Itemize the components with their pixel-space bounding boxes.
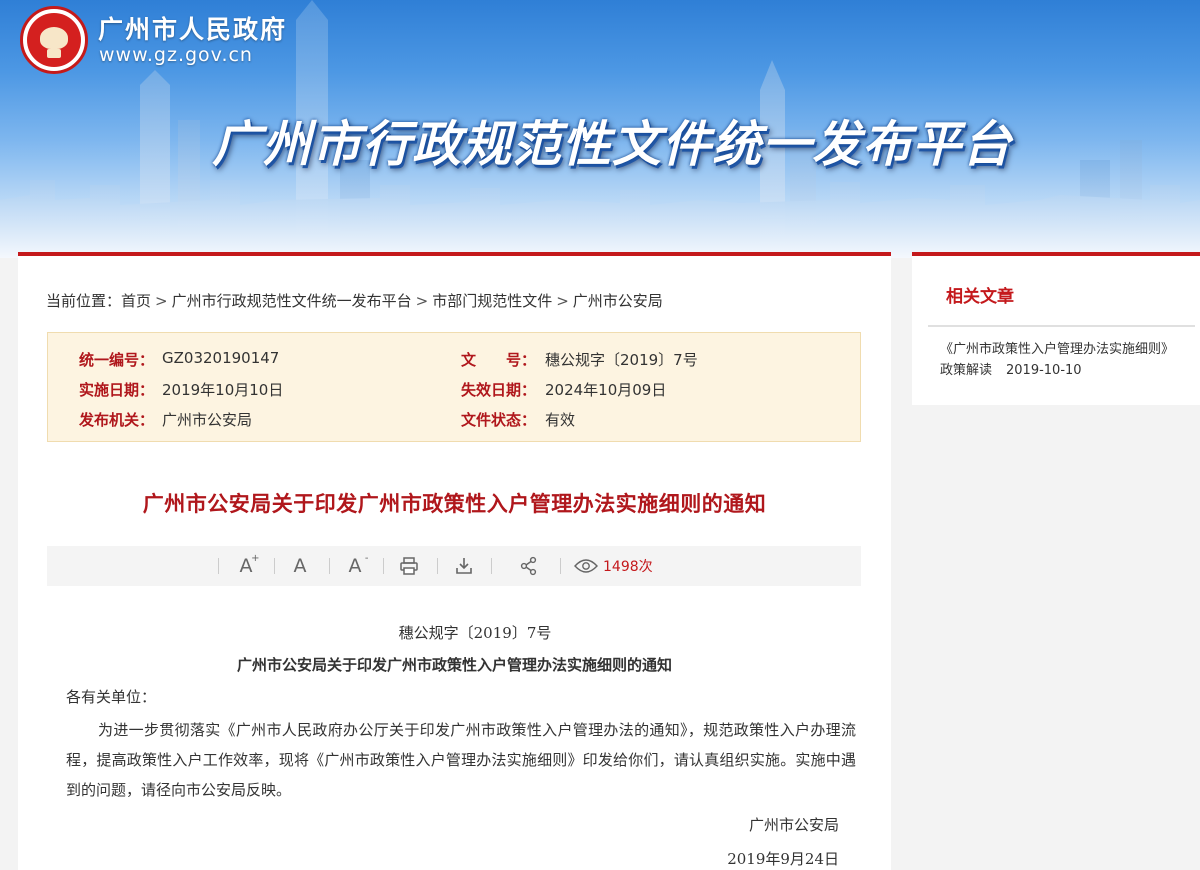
toolbar-divider bbox=[560, 558, 561, 574]
effective-date-value: 2019年10月10日 bbox=[162, 381, 284, 399]
document-subtitle: 广州市公安局关于印发广州市政策性入户管理办法实施细则的通知 bbox=[236, 656, 672, 674]
font-decrease-icon: A- bbox=[348, 553, 369, 577]
font-increase-button[interactable]: A + bbox=[231, 546, 261, 586]
toolbar-divider bbox=[437, 558, 438, 574]
meta-row: 发布机关： 广州市公安局 文件状态： 有效 bbox=[48, 403, 862, 433]
document-title: 广州市公安局关于印发广州市政策性入户管理办法实施细则的通知 bbox=[142, 492, 767, 516]
status-label: 文件状态： bbox=[461, 411, 537, 429]
document-meta-box: 统一编号： GZ0320190147 文 号： 穗公规字〔2019〕7号 实施日… bbox=[47, 332, 861, 442]
signing-date: 2019年9月24日 bbox=[727, 850, 839, 868]
related-articles-panel: 相关文章 《广州市政策性入户管理办法实施细则》政策解读 2019-10-10 bbox=[912, 252, 1200, 405]
docno-label: 文 号： bbox=[461, 351, 537, 369]
related-article-link[interactable]: 《广州市政策性入户管理办法实施细则》政策解读 2019-10-10 bbox=[940, 339, 1180, 381]
breadcrumb-prefix: 当前位置： bbox=[46, 292, 122, 310]
serial-label: 统一编号： bbox=[79, 351, 155, 369]
salutation: 各有关单位： bbox=[66, 688, 157, 706]
issuer-label: 发布机关： bbox=[79, 411, 155, 429]
main-content-panel: 当前位置：首页 > 广州市行政规范性文件统一发布平台 > 市部门规范性文件 > 广州市公安局… bbox=[18, 252, 891, 870]
font-reset-icon: A bbox=[294, 555, 307, 577]
breadcrumb: 当前位置：首页 > 广州市行政规范性文件统一发布平台 > 市部门规范性文件 > 广州市公安局 bbox=[46, 290, 663, 311]
divider bbox=[928, 325, 1195, 327]
toolbar-divider bbox=[383, 558, 384, 574]
body-paragraph: 为进一步贯彻落实《广州市人民政府办公厅关于印发广州市政策性入户管理办法的通知》，… bbox=[66, 721, 856, 799]
header-banner: 广州市人民政府 www.gz.gov.cn 广州市行政规范性文件统一发布平台 bbox=[0, 0, 1200, 258]
toolbar-divider bbox=[491, 558, 492, 574]
article-toolbar: A + A A- 1498次 bbox=[47, 546, 861, 586]
site-name[interactable]: 广州市人民政府 bbox=[98, 10, 287, 46]
eye-icon bbox=[574, 559, 598, 573]
serial-value: GZ0320190147 bbox=[162, 349, 280, 367]
related-articles-title: 相关文章 bbox=[946, 287, 1014, 307]
emblem-icon bbox=[27, 13, 81, 67]
site-url[interactable]: www.gz.gov.cn bbox=[99, 44, 253, 66]
breadcrumb-separator: > bbox=[155, 292, 168, 310]
breadcrumb-separator: > bbox=[415, 292, 429, 310]
issuer-value: 广州市公安局 bbox=[162, 411, 253, 429]
print-button[interactable] bbox=[394, 546, 424, 586]
toolbar-divider bbox=[274, 558, 275, 574]
share-icon bbox=[520, 556, 537, 576]
signer: 广州市公安局 bbox=[748, 816, 839, 834]
gz-government-logo[interactable] bbox=[20, 6, 88, 74]
breadcrumb-separator: > bbox=[556, 292, 569, 310]
download-icon bbox=[456, 558, 472, 574]
font-decrease-button[interactable]: A- bbox=[340, 546, 370, 586]
document-number: 穗公规字〔2019〕7号 bbox=[398, 624, 552, 642]
expire-date-value: 2024年10月09日 bbox=[545, 381, 667, 399]
breadcrumb-department-docs[interactable]: 市部门规范性文件 bbox=[432, 292, 552, 310]
related-article-date: 2019-10-10 bbox=[1006, 363, 1082, 378]
view-counter: 1498次 bbox=[574, 546, 653, 586]
font-reset-button[interactable]: A bbox=[285, 546, 315, 586]
plus-glyph: + bbox=[251, 553, 260, 564]
minus-glyph: - bbox=[364, 553, 369, 564]
meta-row: 实施日期： 2019年10月10日 失效日期： 2024年10月09日 bbox=[48, 373, 862, 403]
view-count: 1498次 bbox=[603, 559, 653, 575]
print-icon bbox=[400, 557, 418, 575]
platform-title: 广州市行政规范性文件统一发布平台 bbox=[212, 116, 1013, 173]
toolbar-divider bbox=[329, 558, 330, 574]
font-glyph: A bbox=[348, 555, 362, 577]
breadcrumb-home[interactable]: 首页 bbox=[121, 292, 151, 310]
docno-value: 穗公规字〔2019〕7号 bbox=[545, 351, 698, 369]
font-glyph: A bbox=[293, 555, 307, 577]
breadcrumb-police-bureau[interactable]: 广州市公安局 bbox=[573, 292, 663, 310]
toolbar-divider bbox=[218, 558, 219, 574]
effective-date-label: 实施日期： bbox=[79, 381, 155, 399]
share-button[interactable] bbox=[514, 546, 544, 586]
meta-row: 统一编号： GZ0320190147 文 号： 穗公规字〔2019〕7号 bbox=[48, 343, 862, 373]
expire-date-label: 失效日期： bbox=[461, 381, 537, 399]
breadcrumb-platform[interactable]: 广州市行政规范性文件统一发布平台 bbox=[172, 292, 412, 310]
status-value: 有效 bbox=[545, 411, 576, 429]
download-button[interactable] bbox=[449, 546, 479, 586]
font-increase-icon: A + bbox=[240, 553, 260, 577]
